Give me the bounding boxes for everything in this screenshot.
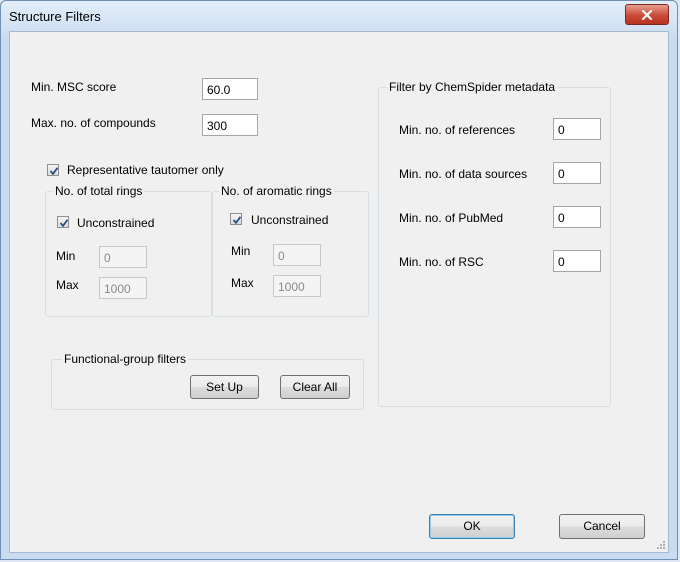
total-rings-unconstrained-label: Unconstrained <box>77 216 155 230</box>
min-data-sources-label: Min. no. of data sources <box>399 167 528 181</box>
total-rings-unconstrained-checkbox[interactable] <box>57 216 69 228</box>
min-rsc-input[interactable]: 0 <box>553 250 601 272</box>
total-rings-max-label: Max <box>56 278 79 292</box>
total-rings-max-input[interactable]: 1000 <box>99 277 147 299</box>
aromatic-rings-unconstrained-checkbox[interactable] <box>230 213 242 225</box>
min-data-sources-input[interactable]: 0 <box>553 162 601 184</box>
min-msc-score-label: Min. MSC score <box>31 80 117 94</box>
chemspider-title: Filter by ChemSpider metadata <box>387 80 558 94</box>
resize-grip-icon[interactable] <box>656 540 666 550</box>
close-button[interactable] <box>625 4 669 25</box>
tautomer-label: Representative tautomer only <box>67 163 224 177</box>
aromatic-rings-min-label: Min <box>231 244 251 258</box>
max-compounds-label: Max. no. of compounds <box>31 116 156 130</box>
aromatic-rings-title: No. of aromatic rings <box>219 184 334 198</box>
window-title: Structure Filters <box>9 9 101 24</box>
total-rings-min-input[interactable]: 0 <box>99 246 147 268</box>
total-rings-min-label: Min <box>56 249 76 263</box>
checkmark-icon <box>232 216 242 225</box>
aromatic-rings-max-label: Max <box>231 276 254 290</box>
cancel-button[interactable]: Cancel <box>559 514 645 539</box>
min-rsc-label: Min. no. of RSC <box>399 255 484 269</box>
aromatic-rings-max-input[interactable]: 1000 <box>273 275 321 297</box>
min-pubmed-label: Min. no. of PubMed <box>399 211 504 225</box>
tautomer-checkbox[interactable] <box>47 164 59 176</box>
aromatic-rings-min-input[interactable]: 0 <box>273 244 321 266</box>
dialog-body: Min. MSC score 60.0 Max. no. of compound… <box>9 31 669 553</box>
set-up-button[interactable]: Set Up <box>190 375 259 399</box>
aromatic-rings-unconstrained-label: Unconstrained <box>251 213 329 227</box>
ok-button[interactable]: OK <box>429 514 515 539</box>
checkmark-icon <box>59 219 69 228</box>
checkmark-icon <box>49 167 59 176</box>
max-compounds-input[interactable]: 300 <box>202 114 258 136</box>
min-msc-score-input[interactable]: 60.0 <box>202 78 258 100</box>
title-bar[interactable]: Structure Filters <box>1 1 677 31</box>
dialog-window: Structure Filters Min. MSC score 60.0 Ma… <box>0 0 678 560</box>
min-pubmed-input[interactable]: 0 <box>553 206 601 228</box>
total-rings-title: No. of total rings <box>53 184 145 198</box>
min-references-label: Min. no. of references <box>399 123 516 137</box>
min-references-input[interactable]: 0 <box>553 118 601 140</box>
functional-group-title: Functional-group filters <box>62 352 189 366</box>
close-icon <box>641 9 653 20</box>
clear-all-button[interactable]: Clear All <box>280 375 350 399</box>
